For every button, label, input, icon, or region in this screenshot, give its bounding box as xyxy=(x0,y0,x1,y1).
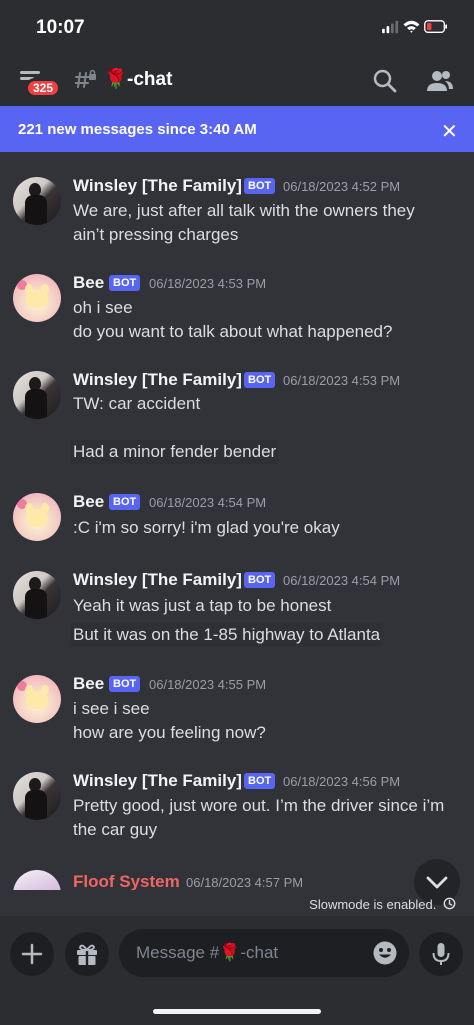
search-icon[interactable] xyxy=(372,68,398,94)
microphone-icon xyxy=(432,943,450,965)
bot-tag: BOT xyxy=(244,773,276,789)
message-author[interactable]: Winsley [The Family] xyxy=(73,176,242,196)
bot-tag: BOT xyxy=(244,572,276,588)
home-indicator xyxy=(153,1009,321,1014)
message-text: We are, just after all talk with the own… xyxy=(73,201,415,220)
avatar[interactable] xyxy=(13,177,61,225)
channel-name[interactable]: -chat xyxy=(127,69,172,91)
slowmode-text: Slowmode is enabled. xyxy=(309,897,437,912)
avatar[interactable] xyxy=(13,571,61,619)
close-icon[interactable]: ✕ xyxy=(441,119,458,144)
status-time: 10:07 xyxy=(36,17,85,38)
message-text: do you want to talk about what happened? xyxy=(73,322,393,341)
channel-emoji: 🌹 xyxy=(104,69,128,90)
avatar[interactable] xyxy=(13,675,61,723)
message-list[interactable]: Winsley [The Family] BOT 06/18/2023 4:52… xyxy=(0,152,474,890)
battery-level xyxy=(427,23,432,31)
message-timestamp: 06/18/2023 4:54 PM xyxy=(283,573,401,588)
status-bar: 10:07 xyxy=(0,0,474,56)
battery-tip xyxy=(445,24,447,29)
menu-button[interactable]: 325 xyxy=(18,68,62,100)
message-text: Had a minor fender bender xyxy=(71,440,279,464)
avatar[interactable] xyxy=(13,870,61,890)
bot-tag: BOT xyxy=(244,178,276,194)
new-messages-text: 221 new messages since 3:40 AM xyxy=(18,121,257,138)
message-author[interactable]: Winsley [The Family] xyxy=(73,370,242,390)
voice-button[interactable] xyxy=(419,932,463,976)
message-text: how are you feeling now? xyxy=(73,723,266,742)
message-text: the car guy xyxy=(73,820,158,839)
unread-badge: 325 xyxy=(25,78,62,98)
message-text: Pretty good, just wore out. I’m the driv… xyxy=(73,796,445,815)
message-timestamp: 06/18/2023 4:53 PM xyxy=(283,373,401,388)
message-author[interactable]: Bee xyxy=(73,492,104,512)
message-text: ain’t pressing charges xyxy=(73,225,239,244)
signal-bar-1 xyxy=(382,28,385,34)
slowmode-notice: Slowmode is enabled. xyxy=(309,897,456,912)
gift-icon xyxy=(77,944,97,965)
bot-tag: BOT xyxy=(109,676,141,692)
message-timestamp: 06/18/2023 4:54 PM xyxy=(149,495,267,510)
clock-icon xyxy=(443,897,456,910)
message-author[interactable]: Bee xyxy=(73,273,104,293)
new-messages-bar[interactable]: 221 new messages since 3:40 AM ✕ xyxy=(0,106,474,152)
message-author[interactable]: Bee xyxy=(73,674,104,694)
message-input-placeholder: Message #🌹-chat xyxy=(136,943,279,962)
avatar[interactable] xyxy=(13,772,61,820)
menu-icon-line xyxy=(20,71,40,74)
signal-bar-3 xyxy=(391,23,394,34)
gift-button[interactable] xyxy=(65,932,109,976)
message-text: TW: car accident xyxy=(73,394,201,413)
bot-tag: BOT xyxy=(109,275,141,291)
message-text: Yeah it was just a tap to be honest xyxy=(73,596,332,615)
message-text: But it was on the 1-85 highway to Atlant… xyxy=(71,623,383,647)
message-text: oh i see xyxy=(73,298,133,317)
emoji-icon[interactable] xyxy=(372,940,398,966)
message-timestamp: 06/18/2023 4:56 PM xyxy=(283,774,401,789)
message-text: i see i see xyxy=(73,699,150,718)
message-timestamp: 06/18/2023 4:52 PM xyxy=(283,179,401,194)
wifi-icon xyxy=(403,20,420,33)
hash-lock-icon xyxy=(75,69,96,88)
plus-icon xyxy=(21,943,43,965)
message-text: :C i'm so sorry! i'm glad you're okay xyxy=(73,518,340,537)
signal-bar-2 xyxy=(386,26,390,34)
bot-tag: BOT xyxy=(244,372,276,388)
avatar[interactable] xyxy=(13,274,61,322)
message-author[interactable]: Winsley [The Family] xyxy=(73,771,242,791)
message-input[interactable]: Message #🌹-chat xyxy=(119,929,409,977)
message-author[interactable]: Winsley [The Family] xyxy=(73,570,242,590)
signal-bar-4 xyxy=(395,20,399,34)
message-timestamp: 06/18/2023 4:53 PM xyxy=(149,276,267,291)
message-author[interactable]: Floof System xyxy=(73,872,180,890)
avatar[interactable] xyxy=(13,493,61,541)
avatar[interactable] xyxy=(13,371,61,419)
bot-tag: BOT xyxy=(109,494,141,510)
members-icon[interactable] xyxy=(426,68,454,94)
message-timestamp: 06/18/2023 4:55 PM xyxy=(149,677,267,692)
attach-button[interactable] xyxy=(10,932,54,976)
channel-header: 325 🌹 -chat xyxy=(0,56,474,106)
message-composer: Message #🌹-chat xyxy=(0,916,474,1025)
status-icons xyxy=(382,20,447,34)
message-timestamp: 06/18/2023 4:57 PM xyxy=(186,875,304,890)
